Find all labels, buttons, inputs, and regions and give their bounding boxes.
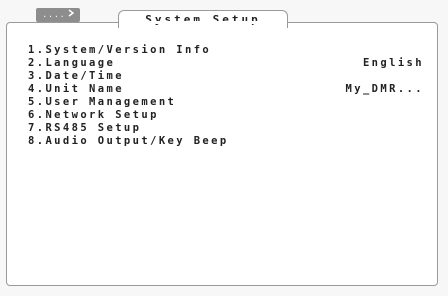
menu-item-label: 1.System/Version Info [28, 44, 212, 56]
menu-item-audio-output-key-beep[interactable]: 8.Audio Output/Key Beep [28, 135, 424, 148]
back-button-dots: .... [42, 10, 66, 19]
back-button[interactable]: .... [36, 8, 80, 22]
menu-item-value: My_DMR... [345, 83, 424, 95]
menu-item-value: English [362, 57, 424, 69]
menu-item-system-version-info[interactable]: 1.System/Version Info [28, 44, 424, 57]
arrow-right-icon [68, 8, 74, 22]
title-tab-join [119, 21, 287, 24]
menu-item-label: 2.Language [28, 57, 116, 69]
menu-item-label: 7.RS485 Setup [28, 122, 142, 134]
menu-item-date-time[interactable]: 3.Date/Time [28, 70, 424, 83]
menu-item-label: 4.Unit Name [28, 83, 124, 95]
menu-item-label: 8.Audio Output/Key Beep [28, 135, 229, 147]
menu-item-rs485-setup[interactable]: 7.RS485 Setup [28, 122, 424, 135]
page-title: System Setup [118, 10, 288, 28]
menu-item-language[interactable]: 2.Language English [28, 57, 424, 70]
menu-item-label: 3.Date/Time [28, 70, 124, 82]
menu-item-unit-name[interactable]: 4.Unit Name My_DMR... [28, 83, 424, 96]
setup-menu: 1.System/Version Info 2.Language English… [28, 44, 424, 148]
menu-item-network-setup[interactable]: 6.Network Setup [28, 109, 424, 122]
menu-item-label: 5.User Management [28, 96, 177, 108]
menu-item-user-management[interactable]: 5.User Management [28, 96, 424, 109]
menu-item-label: 6.Network Setup [28, 109, 159, 121]
